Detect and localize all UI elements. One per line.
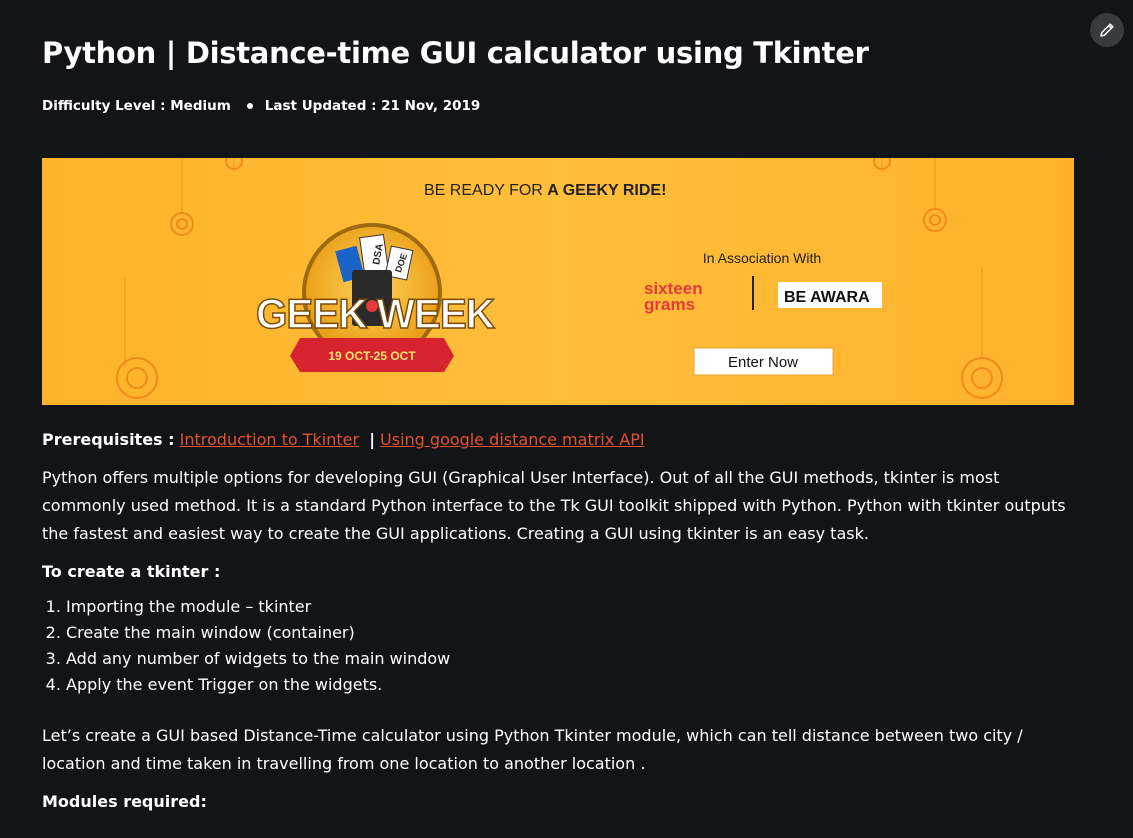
svg-text:GEEK WEEK: GEEK WEEK: [256, 290, 495, 337]
list-item: Importing the module – tkinter: [66, 594, 1082, 620]
svg-text:19 OCT-25 OCT: 19 OCT-25 OCT: [328, 349, 416, 363]
edit-button[interactable]: [1090, 13, 1124, 47]
separator-dot: [246, 103, 253, 109]
list-item: Add any number of widgets to the main wi…: [66, 646, 1082, 672]
sixteen-grams-logo: sixteen grams: [644, 279, 703, 314]
list-item: Apply the event Trigger on the widgets.: [66, 672, 1082, 698]
article-meta: Difficulty Level : Medium Last Updated :…: [42, 98, 480, 114]
list-item: Create the main window (container): [66, 620, 1082, 646]
prerequisites: Prerequisites : Introduction to Tkinter …: [42, 426, 1082, 454]
svg-text:BE AWARA: BE AWARA: [784, 289, 870, 306]
steps-list: Importing the module – tkinter Create th…: [42, 594, 1082, 698]
prerequisites-label: Prerequisites :: [42, 430, 175, 449]
banner-artwork: BE READY FOR A GEEKY RIDE! DSA DOE GEEK …: [116, 158, 1003, 399]
svg-text:grams: grams: [644, 295, 695, 314]
link-separator: |: [369, 430, 376, 449]
intro-paragraph: Python offers multiple options for devel…: [42, 468, 1066, 543]
create-tkinter-heading: To create a tkinter :: [42, 562, 221, 581]
association-text: In Association With: [703, 250, 821, 266]
enter-now-button[interactable]: Enter Now: [693, 347, 834, 376]
page-title: Python | Distance-time GUI calculator us…: [42, 36, 869, 70]
pencil-icon: [1100, 23, 1114, 37]
description-paragraph: Let’s create a GUI based Distance-Time c…: [42, 726, 1023, 773]
last-updated: Last Updated : 21 Nov, 2019: [264, 98, 481, 114]
banner-headline: BE READY FOR A GEEKY RIDE!: [424, 182, 666, 199]
difficulty-level: Difficulty Level : Medium: [42, 98, 231, 114]
article-page: Python | Distance-time GUI calculator us…: [0, 0, 1133, 838]
geek-week-banner[interactable]: BE READY FOR A GEEKY RIDE! DSA DOE GEEK …: [42, 158, 1074, 405]
be-awara-logo: BE AWARA: [778, 282, 882, 308]
link-google-distance-matrix[interactable]: Using google distance matrix API: [380, 430, 645, 449]
svg-text:Enter Now: Enter Now: [728, 354, 798, 371]
article-body: Prerequisites : Introduction to Tkinter …: [42, 426, 1082, 816]
link-introduction-to-tkinter[interactable]: Introduction to Tkinter: [180, 430, 359, 449]
modules-required-heading: Modules required:: [42, 792, 207, 811]
geek-week-logo: DSA DOE GEEK WEEK 19 OCT-25 OCT: [255, 223, 496, 372]
